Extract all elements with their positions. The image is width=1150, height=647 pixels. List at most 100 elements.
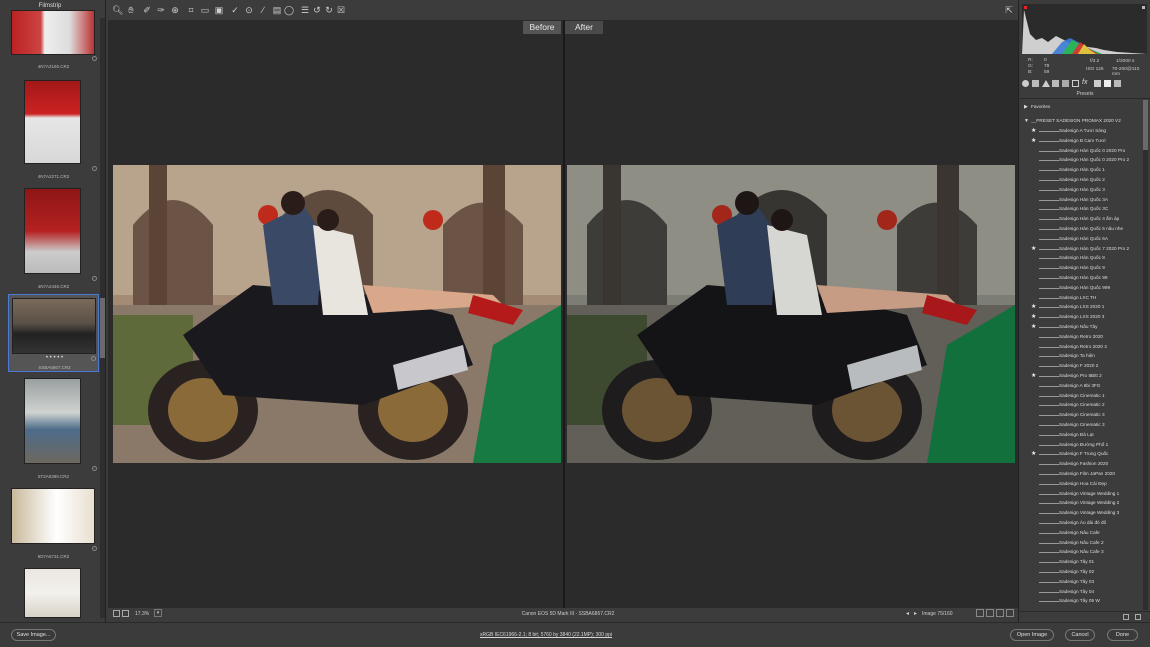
filmstrip-thumb[interactable]: 5T2A6399.CR2 — [8, 376, 99, 482]
preset-item[interactable]: Sadesign Hàn Quốc 3C — [1019, 204, 1143, 214]
transform-icon[interactable]: ▣ — [214, 5, 224, 15]
lens-corrections-icon[interactable] — [1072, 80, 1079, 87]
preset-item[interactable]: Sadesign Hàn Quốc 0 2020 Pro 2 — [1019, 155, 1143, 165]
workflow-options-link[interactable]: sRGB IEC61966-2.1; 8 bit; 5760 by 3840 (… — [480, 632, 612, 638]
preset-item[interactable]: Sadesign Tây 02 — [1019, 567, 1143, 577]
preset-item[interactable]: Sadesign Vintage Wedding 2 — [1019, 498, 1143, 508]
favorite-star-icon[interactable]: ★ — [1031, 136, 1036, 146]
crop-icon[interactable]: ⌗ — [186, 5, 196, 15]
preset-item[interactable]: Sadesign Hàn Quốc 4 ấm áp — [1019, 214, 1143, 224]
preset-group[interactable]: ▼ __PRESET SADESIGN PROMAX 2020 V2 — [1019, 116, 1143, 126]
preset-item[interactable]: Sadesign Hàn Quốc 6A — [1019, 234, 1143, 244]
graduated-filter-icon[interactable]: ▤ — [272, 5, 282, 15]
favorite-star-icon[interactable]: ★ — [1031, 302, 1036, 312]
preset-item[interactable]: Sadesign Hoa Cải Đẹp — [1019, 479, 1143, 489]
preset-item[interactable]: Sadesign Fashion 2020 — [1019, 459, 1143, 469]
fullscreen-icon[interactable]: ⇱ — [1004, 5, 1014, 15]
snapshots-icon[interactable] — [1114, 80, 1121, 87]
calibration-icon[interactable] — [1094, 80, 1101, 87]
filmstrip-scrollbar[interactable] — [100, 18, 105, 618]
zoom-icon[interactable]: 🔍︎ — [112, 5, 123, 15]
copy-settings-icon[interactable] — [996, 609, 1004, 617]
filmstrip-thumb[interactable]: 4N7A2271.CR2 — [8, 78, 99, 180]
next-image-icon[interactable]: ▸ — [914, 610, 917, 617]
preset-item[interactable]: Sadesign Hàn Quốc 1 — [1019, 165, 1143, 175]
filmstrip-thumb[interactable]: 4N7A2446.CR2 — [8, 186, 99, 290]
fit-view-icon[interactable] — [113, 610, 120, 617]
preset-item[interactable]: Sadesign Vintage Wedding 3 — [1019, 508, 1143, 518]
prev-image-icon[interactable]: ◂ — [906, 610, 909, 617]
favorite-star-icon[interactable]: ★ — [1031, 371, 1036, 381]
done-button[interactable]: Done — [1107, 629, 1138, 641]
toggle-view-icon[interactable] — [1006, 609, 1014, 617]
filmstrip-thumb[interactable]: 4N7A2165.CR2 — [8, 8, 99, 74]
tone-curve-icon[interactable] — [1032, 80, 1039, 87]
preset-item[interactable]: ★ Sadesign Nâu Tây — [1019, 322, 1143, 332]
preset-item[interactable]: Sadesign Đà Lạt — [1019, 430, 1143, 440]
red-eye-icon[interactable]: ⊙ — [244, 5, 254, 15]
preset-item[interactable]: Sadesign Nâu Cafe 3 — [1019, 547, 1143, 557]
spot-removal-icon[interactable]: ✓ — [230, 5, 240, 15]
favorite-star-icon[interactable]: ★ — [1031, 322, 1036, 332]
presets-icon[interactable] — [1104, 80, 1111, 87]
radial-filter-icon[interactable]: ◯ — [284, 5, 294, 15]
filmstrip-scroll-thumb[interactable] — [100, 298, 105, 358]
add-view-icon[interactable] — [122, 610, 129, 617]
preset-item[interactable]: ★ Sadesign Hàn Quốc 7 2020 Pro 2 — [1019, 244, 1143, 254]
preview-canvas[interactable]: Before After — [108, 20, 1018, 608]
collapse-arrow-icon[interactable]: ▼ — [1024, 116, 1029, 126]
hsl-icon[interactable] — [1052, 80, 1059, 87]
white-balance-icon[interactable]: ✐ — [142, 5, 152, 15]
preset-item[interactable]: ★ Sadesign Pro 8Bitt 2 — [1019, 371, 1143, 381]
preset-item[interactable]: Sadesign Vintage Wedding 1 — [1019, 489, 1143, 499]
filmstrip-thumb-selected[interactable]: • • • • • SSBA6867.CR2 — [8, 294, 99, 372]
preset-item[interactable]: Sadesign Đường Phố 1 — [1019, 440, 1143, 450]
preset-item[interactable]: ★ Sadesign B Cam Tươi — [1019, 136, 1143, 146]
preset-item[interactable]: Sadesign Hàn Quốc 2 — [1019, 175, 1143, 185]
filmstrip-thumb[interactable]: 6D7A6731.CR2 — [8, 486, 99, 562]
rotate-ccw-icon[interactable]: ↺ — [312, 5, 322, 15]
preset-item[interactable]: Sadesign Hàn Quốc 5 nâu nhe — [1019, 224, 1143, 234]
preset-item[interactable]: Sadesign Hàn Quốc 8 — [1019, 253, 1143, 263]
preset-item[interactable]: Sadesign Ta hiện — [1019, 351, 1143, 361]
filmstrip-thumb[interactable] — [8, 566, 99, 622]
expand-arrow-icon[interactable]: ▶ — [1024, 102, 1028, 112]
preset-item[interactable]: ★ Sadesign LXS 2020 1 — [1019, 302, 1143, 312]
preset-item[interactable]: Sadesign Retro 2020 2 — [1019, 342, 1143, 352]
preset-item[interactable]: Sadesign Tây 05 W — [1019, 596, 1143, 606]
preset-item[interactable]: Sadesign Cinematic 1 — [1019, 391, 1143, 401]
preset-item[interactable]: Sadesign Tây 03 — [1019, 577, 1143, 587]
zoom-dropdown-icon[interactable]: ▾ — [154, 609, 162, 617]
preset-item[interactable]: Sadesign Cinematic 2 — [1019, 400, 1143, 410]
preset-item[interactable]: Sadesign F 2020 2 — [1019, 361, 1143, 371]
preset-item[interactable]: Sadesign Hàn Quốc 999 — [1019, 283, 1143, 293]
favorite-star-icon[interactable]: ★ — [1031, 126, 1036, 136]
target-adjust-icon[interactable]: ⊕ — [170, 5, 180, 15]
straighten-icon[interactable]: ▭ — [200, 5, 210, 15]
adjustment-brush-icon[interactable]: ∕ — [258, 5, 268, 15]
basic-panel-icon[interactable] — [1022, 80, 1029, 87]
preset-item[interactable]: Sadesign Hàn Quốc 3 — [1019, 185, 1143, 195]
new-preset-icon[interactable] — [1123, 614, 1129, 620]
swap-view-icon[interactable] — [986, 609, 994, 617]
preferences-icon[interactable]: ☰ — [300, 5, 310, 15]
effects-icon[interactable]: fx — [1082, 79, 1087, 86]
rotate-cw-icon[interactable]: ↻ — [324, 5, 334, 15]
preset-item[interactable]: Sadesign Cinematic 3 — [1019, 420, 1143, 430]
preset-item[interactable]: Sadesign Nâu Cafe — [1019, 528, 1143, 538]
detail-icon[interactable] — [1042, 80, 1050, 87]
preset-item[interactable]: ★ Sadesign LXS 2020 3 — [1019, 312, 1143, 322]
preset-item[interactable]: ★ Sadesign F Trung Quốc — [1019, 449, 1143, 459]
preset-item[interactable]: Sadesign Nâu Cafe 2 — [1019, 538, 1143, 548]
cancel-button[interactable]: Cancel — [1065, 629, 1095, 641]
save-image-button[interactable]: Save Image... — [11, 629, 56, 641]
favorite-star-icon[interactable]: ★ — [1031, 449, 1036, 459]
zoom-level[interactable]: 17.3% — [135, 611, 149, 617]
preset-item[interactable]: Sadesign Hàn Quốc 9 — [1019, 263, 1143, 273]
preset-item[interactable]: Sadesign Tây 01 — [1019, 557, 1143, 567]
preset-scroll-thumb[interactable] — [1143, 100, 1148, 150]
trash-icon[interactable]: ☒ — [336, 5, 346, 15]
preset-item[interactable]: Sadesign Hàn Quốc 3A — [1019, 195, 1143, 205]
preset-item[interactable]: Sadesign Cinematic 3 — [1019, 410, 1143, 420]
preset-item[interactable]: Sadesign A 8bi 3FG — [1019, 381, 1143, 391]
